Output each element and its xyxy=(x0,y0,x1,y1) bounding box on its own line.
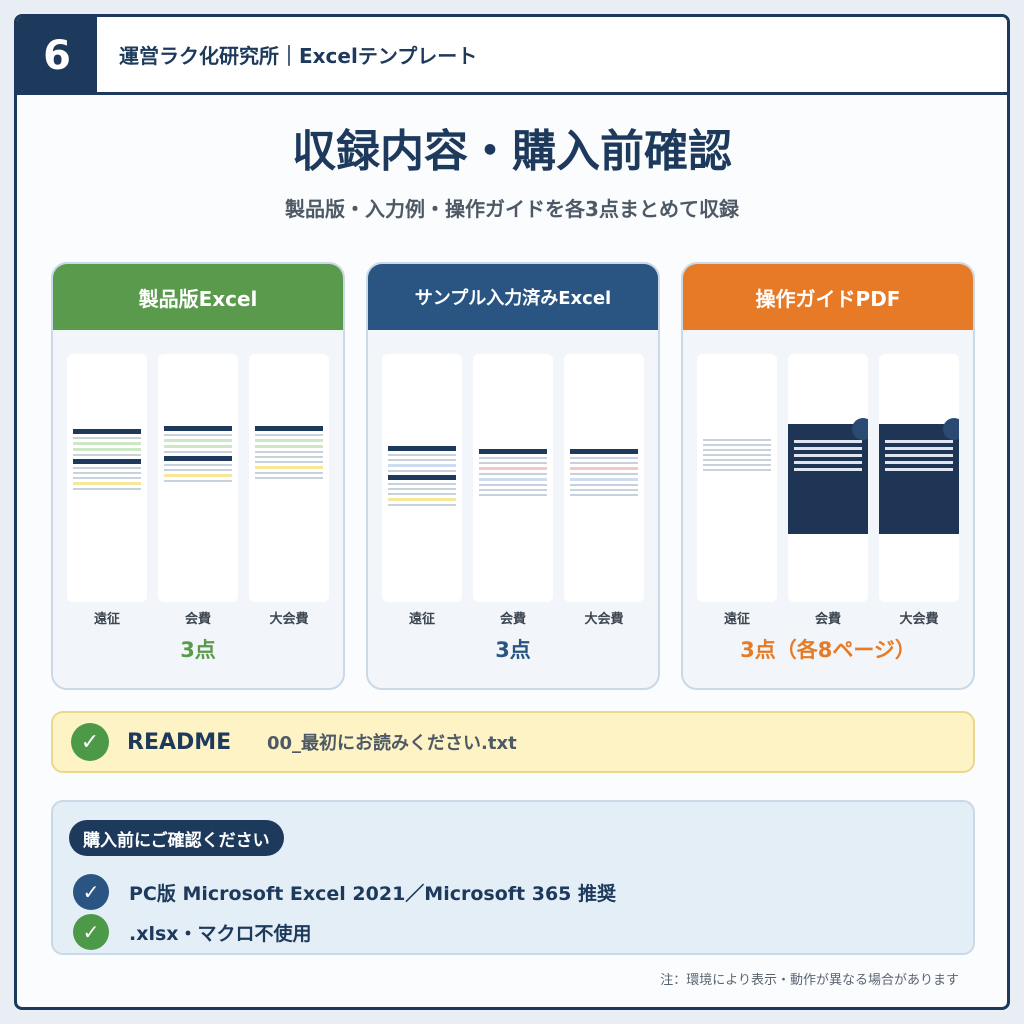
footnote: 注：環境により表示・動作が異なる場合があります xyxy=(660,973,959,988)
thumbnail-kaihi xyxy=(158,354,238,602)
thumbnail-kaihi xyxy=(473,354,553,602)
thumbnail-labels: 遠征 会費 大会費 xyxy=(67,608,329,627)
thumbnail-label: 遠征 xyxy=(408,612,435,627)
thumbnail-label: 会費 xyxy=(184,612,211,627)
readme-banner: ✓ README 00_最初にお読みください.txt xyxy=(51,711,975,773)
check-icon: ✓ xyxy=(71,723,109,761)
thumbnail-row xyxy=(697,354,959,604)
card-heading: 製品版Excel xyxy=(53,264,343,330)
notes-heading: 購入前にご確認ください xyxy=(69,820,284,856)
note-text: .xlsx・マクロ不使用 xyxy=(129,922,312,945)
card-sample-excel: サンプル入力済みExcel 遠征 会費 大会費 3点 xyxy=(366,262,660,690)
thumbnail-row xyxy=(382,354,644,604)
thumbnail-label: 大会費 xyxy=(899,612,939,627)
thumbnail-label: 会費 xyxy=(499,612,526,627)
thumbnail-label: 遠征 xyxy=(93,612,120,627)
note-text: PC版 Microsoft Excel 2021／Microsoft 365 推… xyxy=(129,882,617,905)
thumbnail-ensei xyxy=(697,354,777,602)
note-item: ✓ .xlsx・マクロ不使用 xyxy=(73,914,312,950)
page-subtitle: 製品版・入力例・操作ガイドを各3点まとめて収録 xyxy=(285,197,739,221)
header-label: 運営ラク化研究所｜Excelテンプレート xyxy=(97,17,1007,95)
card-heading: 操作ガイドPDF xyxy=(683,264,973,330)
thumbnail-taikaihi xyxy=(564,354,644,602)
card-count: 3点 xyxy=(495,638,531,662)
purchase-notes: 購入前にご確認ください ✓ PC版 Microsoft Excel 2021／M… xyxy=(51,800,975,955)
page-frame: 6 運営ラク化研究所｜Excelテンプレート 収録内容・購入前確認 製品版・入力… xyxy=(14,14,1010,1010)
readme-filename: 00_最初にお読みください.txt xyxy=(267,733,517,754)
page-title: 収録内容・購入前確認 xyxy=(292,126,732,177)
thumbnail-taikaihi xyxy=(879,354,959,602)
thumbnail-label: 大会費 xyxy=(584,612,624,627)
thumbnail-ensei xyxy=(67,354,147,602)
thumbnail-kaihi xyxy=(788,354,868,602)
card-count: 3点（各8ページ） xyxy=(740,638,916,662)
note-item: ✓ PC版 Microsoft Excel 2021／Microsoft 365… xyxy=(73,874,616,910)
check-icon: ✓ xyxy=(73,874,109,910)
check-icon: ✓ xyxy=(73,914,109,950)
thumbnail-label: 遠征 xyxy=(723,612,750,627)
thumbnail-taikaihi xyxy=(249,354,329,602)
card-product-excel: 製品版Excel 遠征 会費 大会費 3点 xyxy=(51,262,345,690)
thumbnail-row xyxy=(67,354,329,604)
card-heading: サンプル入力済みExcel xyxy=(368,264,658,330)
card-count: 3点 xyxy=(180,638,216,662)
page-number-badge: 6 xyxy=(17,17,97,95)
thumbnail-labels: 遠征 会費 大会費 xyxy=(697,608,959,627)
card-guide-pdf: 操作ガイドPDF 遠征 会費 大会費 3点（各8ページ） xyxy=(681,262,975,690)
thumbnail-labels: 遠征 会費 大会費 xyxy=(382,608,644,627)
thumbnail-label: 大会費 xyxy=(269,612,309,627)
thumbnail-ensei xyxy=(382,354,462,602)
thumbnail-label: 会費 xyxy=(814,612,841,627)
readme-label: README xyxy=(127,729,232,755)
